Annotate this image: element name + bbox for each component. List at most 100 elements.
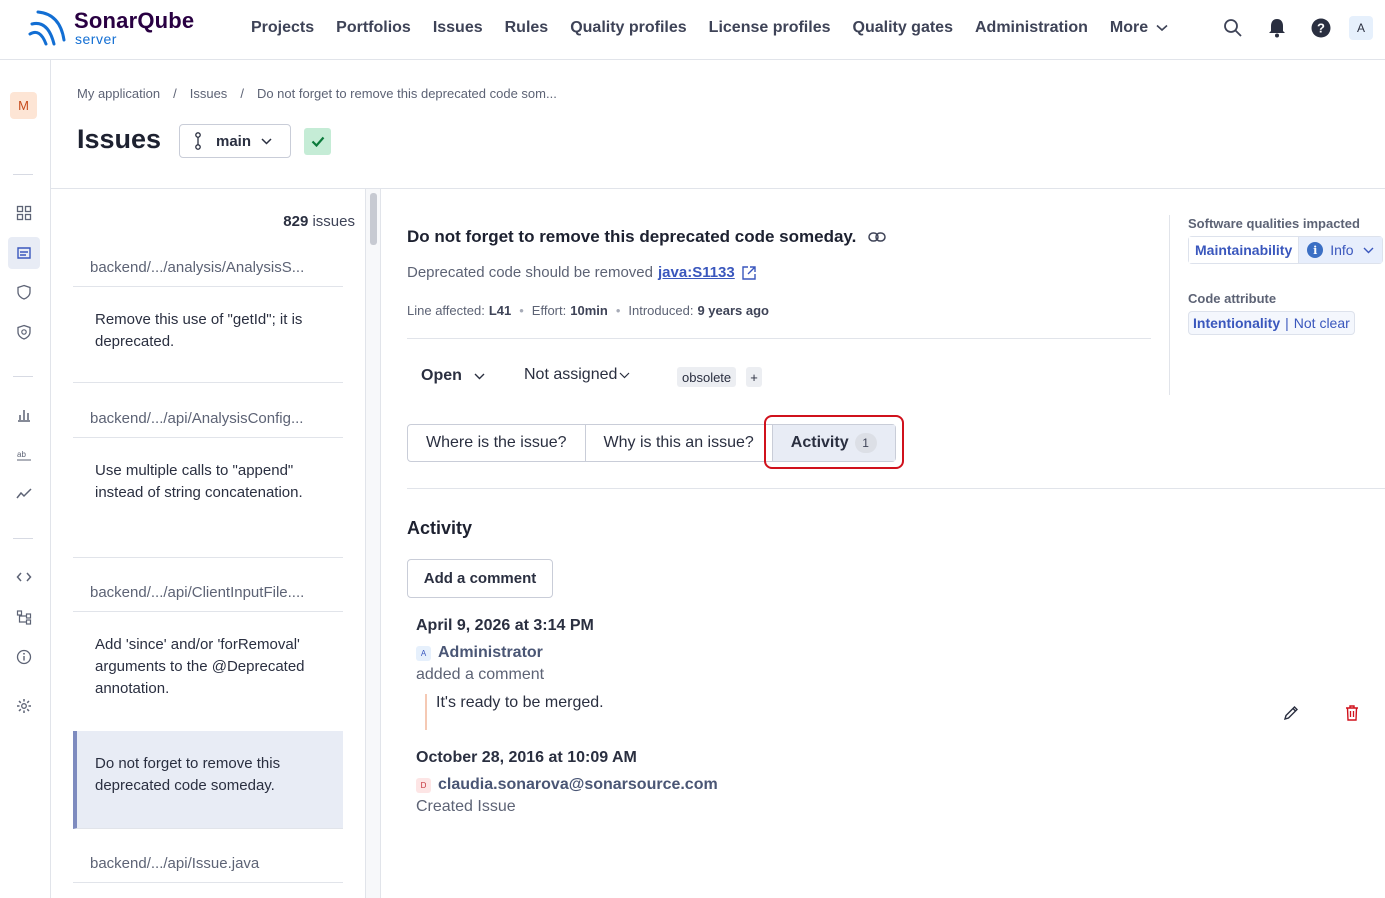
comment-body: It's ready to be merged. — [425, 694, 604, 730]
rail-project-info[interactable] — [8, 641, 40, 673]
rule-description: Deprecated code should be removed java:S… — [407, 264, 757, 281]
nav-projects[interactable]: Projects — [251, 19, 314, 37]
issue-list-item[interactable]: Add 'since' and/or 'forRemoval' argument… — [73, 612, 343, 732]
project-sidebar: M ab — [0, 60, 51, 898]
nav-license-profiles[interactable]: License profiles — [709, 19, 831, 37]
issue-tag[interactable]: obsolete — [677, 367, 737, 387]
issue-list-item-selected[interactable]: Do not forget to remove this deprecated … — [73, 731, 343, 829]
attribute-category: Intentionality — [1193, 315, 1281, 331]
nav-quality-profiles[interactable]: Quality profiles — [570, 19, 686, 37]
breadcrumb-application[interactable]: My application — [77, 86, 160, 101]
rail-dependency-risks[interactable] — [8, 316, 40, 348]
rule-text: Deprecated code should be removed — [407, 264, 653, 281]
user-avatar[interactable]: A — [1349, 16, 1373, 40]
nav-more-label: More — [1109, 19, 1149, 36]
main-menu: Projects Portfolios Issues Rules Quality… — [240, 0, 1179, 56]
avatar: A — [416, 645, 431, 661]
side-panel-divider — [1169, 215, 1170, 395]
tabs-divider — [407, 488, 1385, 489]
bar-chart-icon — [18, 410, 30, 422]
effort-value: 10min — [570, 303, 608, 318]
rail-code[interactable] — [8, 561, 40, 593]
nav-issues[interactable]: Issues — [433, 19, 483, 37]
branch-icon — [195, 132, 201, 150]
line-affected-label: Line affected: — [407, 303, 485, 318]
severity-value: Info — [1330, 242, 1354, 258]
breadcrumb-separator: / — [240, 86, 244, 101]
severity-dropdown[interactable]: i Info — [1299, 237, 1382, 263]
meta-separator: • — [615, 303, 621, 318]
rail-project-settings[interactable] — [8, 690, 40, 722]
rule-key: java:S1133 — [658, 264, 735, 281]
add-tag-button[interactable]: + — [746, 367, 762, 387]
branch-selector[interactable]: main — [179, 124, 291, 158]
copy-permalink-button[interactable] — [868, 230, 887, 245]
issue-list-item[interactable]: Remove this use of "getId"; it is deprec… — [73, 287, 343, 383]
meta-separator: • — [519, 303, 524, 318]
issue-detail-panel: Do not forget to remove this deprecated … — [381, 189, 1385, 898]
chevron-down-icon — [1363, 247, 1374, 253]
nav-portfolios[interactable]: Portfolios — [336, 19, 411, 37]
issue-list-item[interactable]: Use multiple calls to "append" instead o… — [73, 438, 343, 558]
chevron-down-icon — [1156, 24, 1168, 32]
trend-line-icon — [16, 488, 32, 499]
software-quality-pill: Maintainability i Info — [1188, 236, 1383, 264]
nav-more-menu[interactable]: More — [1110, 19, 1168, 37]
rail-architecture[interactable] — [8, 601, 40, 633]
hierarchy-icon — [16, 610, 32, 625]
attribute-separator: | — [1285, 315, 1289, 331]
status-value: Open — [421, 367, 462, 384]
issues-icon — [17, 247, 31, 259]
issue-count-label: issues — [312, 213, 355, 230]
breadcrumb-issues[interactable]: Issues — [190, 86, 228, 101]
activity-date: October 28, 2016 at 10:09 AM — [416, 749, 637, 766]
assignee-dropdown[interactable]: Not assigned — [524, 366, 630, 384]
search-icon — [1224, 19, 1242, 37]
rail-security-hotspots[interactable] — [8, 276, 40, 308]
file-group-header: backend/.../analysis/AnalysisS... — [73, 251, 343, 287]
nav-quality-gates[interactable]: Quality gates — [853, 19, 953, 37]
quality-gate-passed-badge — [304, 128, 331, 155]
delete-comment-button[interactable] — [1340, 701, 1364, 725]
status-dropdown[interactable]: Open — [421, 367, 485, 385]
project-avatar[interactable]: M — [10, 92, 37, 119]
top-right-controls: ? A — [1211, 0, 1385, 56]
tab-where-is-the-issue[interactable]: Where is the issue? — [408, 425, 586, 461]
software-qualities-label: Software qualities impacted — [1188, 216, 1360, 231]
rail-divider — [13, 376, 33, 377]
introduced-value: 9 years ago — [697, 303, 769, 318]
chevron-down-icon — [261, 137, 272, 145]
add-comment-button[interactable]: Add a comment — [407, 559, 553, 598]
file-group-header: backend/.../api/ClientInputFile.... — [73, 576, 343, 612]
rail-measures[interactable] — [8, 399, 40, 431]
issue-title-text: Do not forget to remove this deprecated … — [407, 227, 857, 246]
rail-activity[interactable] — [8, 478, 40, 510]
assignee-value: Not assigned — [524, 366, 618, 383]
rule-key-link[interactable]: java:S1133 — [658, 264, 735, 281]
search-button[interactable] — [1211, 6, 1255, 50]
edit-comment-button[interactable] — [1279, 701, 1303, 725]
external-link-icon — [742, 265, 756, 280]
help-button[interactable]: ? — [1299, 6, 1343, 50]
bell-icon — [1269, 19, 1285, 38]
activity-action: added a comment — [416, 666, 545, 683]
rail-code-attributes[interactable]: ab — [8, 439, 40, 471]
rail-issues[interactable] — [8, 237, 40, 269]
nav-rules[interactable]: Rules — [505, 19, 549, 37]
chevron-down-icon — [474, 373, 485, 379]
rail-overview[interactable] — [8, 197, 40, 229]
issue-list-scrollbar[interactable] — [365, 189, 381, 898]
activity-user-name: Administrator — [438, 644, 543, 661]
activity-user-name: claudia.sonarova@sonarsource.com — [438, 776, 718, 793]
nav-administration[interactable]: Administration — [975, 19, 1088, 37]
dashboard-icon — [16, 205, 32, 221]
activity-user: A Administrator — [416, 644, 543, 662]
breadcrumb-current-issue: Do not forget to remove this deprecated … — [256, 86, 557, 101]
sonarqube-logo[interactable]: SonarQube server — [26, 6, 216, 52]
issue-metadata: Line affected: L41 • Effort: 10min • Intro… — [407, 303, 769, 318]
file-group-header: backend/.../api/AnalysisConfig... — [73, 402, 343, 438]
tab-why-is-this-an-issue[interactable]: Why is this an issue? — [586, 425, 773, 461]
issue-count-number: 829 — [283, 213, 309, 230]
scrollbar-thumb[interactable] — [370, 193, 377, 245]
notifications-button[interactable] — [1255, 6, 1299, 50]
